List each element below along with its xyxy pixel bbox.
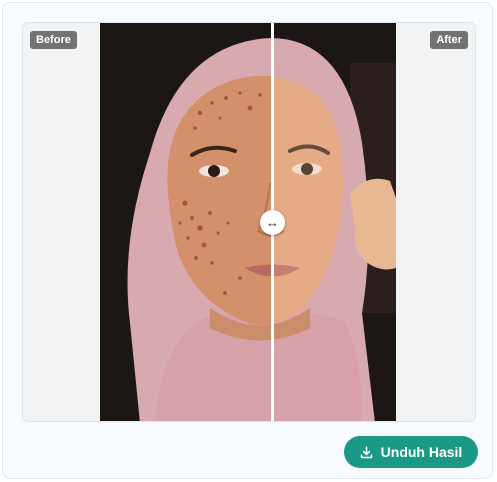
after-label: After xyxy=(430,31,468,49)
portrait-illustration xyxy=(100,23,396,421)
result-card: Before After ↔ Unduh Hasil xyxy=(2,2,493,479)
horizontal-arrows-icon: ↔ xyxy=(266,215,279,230)
download-icon xyxy=(360,445,372,458)
download-button-label: Unduh Hasil xyxy=(380,444,463,460)
download-result-button[interactable]: Unduh Hasil xyxy=(344,436,478,468)
slider-handle[interactable]: ↔ xyxy=(260,210,285,235)
before-after-comparison[interactable]: Before After ↔ xyxy=(22,22,476,422)
before-label: Before xyxy=(30,31,77,49)
portrait-photo xyxy=(100,23,396,421)
